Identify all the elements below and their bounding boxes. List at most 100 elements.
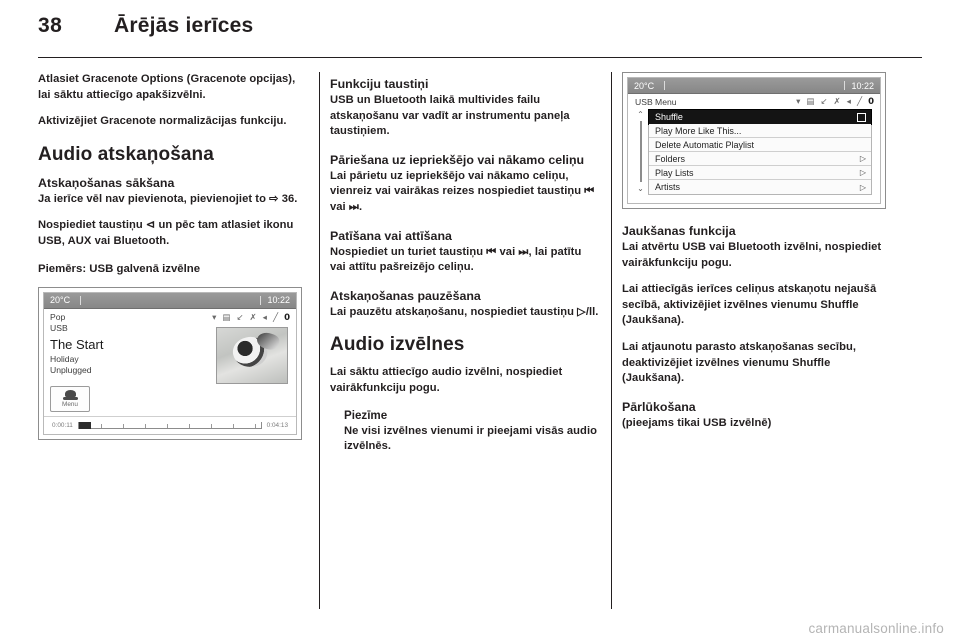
scrollbar-thumb[interactable]	[639, 121, 642, 182]
progress-ticks	[78, 423, 261, 429]
column-divider-1	[319, 72, 320, 609]
left-intro-paragraph-1: Atlasiet Gracenote Options (Gracenote op…	[38, 73, 296, 101]
now-playing-body: ▾ ▤ ↙ ✗ ◂ ╱ 0 Pop USB The Start Holiday …	[44, 309, 296, 416]
wifi-icon: ▾	[796, 97, 801, 107]
usb-menu-item-delete-automatic-playlist[interactable]: Delete Automatic Playlist	[649, 138, 871, 152]
status-separator-left	[80, 295, 82, 305]
status-bar: 20°C 10:22	[44, 292, 296, 309]
middle-paragraph-3: Nospiediet un turiet taustiņu ⏮ vai ⏭, l…	[330, 245, 582, 274]
menu-button[interactable]: Menu	[50, 385, 90, 412]
usb-status-bar: 20°C 10:22	[628, 78, 880, 94]
usb-menu-figure: 20°C 10:22 USB Menu ▾ ▤ ↙ ✗ ◂ ╱ 0 ⌃ ⌄ Sh…	[622, 72, 886, 209]
right-paragraph-3: Lai atjaunotu parasto atskaņošanas secīb…	[622, 340, 856, 385]
battery-icon: 0	[868, 97, 874, 107]
usb-menu-item-label: Shuffle	[655, 112, 683, 122]
usb-menu-item-label: Artists	[655, 182, 681, 192]
middle-sub-title-1: Funkciju taustiņi	[330, 77, 429, 91]
usb-menu-item-artists[interactable]: Artists ▷	[649, 180, 871, 194]
album-art-image	[216, 326, 288, 384]
middle-sub-title-3: Patīšana vai attīšana	[330, 228, 452, 243]
scroll-up-icon[interactable]: ⌃	[637, 110, 644, 119]
middle-paragraph-2: Lai pārietu uz iepriekšējo vai nākamo ce…	[330, 169, 595, 213]
repeat-icon: ↙	[820, 97, 828, 107]
usb-temperature-readout: 20°C	[634, 80, 655, 91]
right-sub-title-2: Pārlūkošana	[622, 399, 696, 414]
note-block: Piezīme Ne visi izvēlnes vienumi ir piee…	[344, 408, 600, 455]
usb-scrollbar[interactable]: ⌃ ⌄	[633, 109, 648, 195]
wifi-icon: ▾	[212, 312, 217, 323]
shuffle-checkbox[interactable]	[857, 112, 866, 122]
right-paragraph-2: Lai attiecīgās ierīces celiņus atskaņotu…	[622, 283, 877, 327]
figure-caption: Piemērs: USB galvenā izvēlne	[38, 262, 201, 275]
column-gap-left	[308, 72, 330, 609]
usb-menu-item-label: Delete Automatic Playlist	[655, 139, 755, 150]
usb-menu-item-play-more-like-this[interactable]: Play More Like This...	[649, 124, 871, 138]
progress-track[interactable]	[77, 421, 262, 429]
menu-button-label: Menu	[62, 400, 78, 408]
content-columns: Atlasiet Gracenote Options (Gracenote op…	[38, 72, 922, 609]
usb-status-separator-left	[664, 81, 666, 90]
total-time: 0:04:13	[266, 421, 288, 429]
column-gap-right	[600, 72, 622, 609]
usb-menu-list: Shuffle Play More Like This... Delete Au…	[648, 109, 872, 195]
manual-page: 38 Ārējās ierīces Atlasiet Gracenote Opt…	[0, 0, 960, 642]
header-divider	[38, 57, 922, 58]
middle-column: Funkciju taustiņi USB un Bluetooth laikā…	[330, 72, 600, 609]
usb-menu-item-play-lists[interactable]: Play Lists ▷	[649, 166, 871, 180]
left-section-title: Audio atskaņošana	[38, 143, 214, 165]
right-sub-title-1: Jaukšanas funkcija	[622, 224, 736, 238]
middle-sub-title-4: Atskaņošanas pauzēšana	[330, 288, 481, 303]
middle-paragraph-1: USB un Bluetooth laikā multivides failu …	[330, 94, 570, 138]
column-divider-2	[611, 72, 612, 609]
left-intro-paragraph-2: Aktivizējiet Gracenote normalizācijas fu…	[38, 115, 287, 128]
shuffle-icon: ✗	[833, 97, 841, 107]
status-icon-row: ▾ ▤ ↙ ✗ ◂ ╱ 0	[212, 313, 290, 323]
infotainment-screen-usb-menu: 20°C 10:22 USB Menu ▾ ▤ ↙ ✗ ◂ ╱ 0 ⌃ ⌄ Sh…	[627, 77, 881, 204]
phone-icon: ▤	[806, 97, 815, 107]
call-icon: ╱	[856, 97, 863, 107]
left-column: Atlasiet Gracenote Options (Gracenote op…	[38, 72, 308, 609]
right-paragraph-4: (pieejams tikai USB izvēlnē)	[622, 416, 772, 429]
repeat-icon: ↙	[236, 312, 244, 323]
page-header: 38 Ārējās ierīces	[38, 14, 922, 48]
multifunction-knob-icon	[62, 389, 78, 400]
left-sub-title: Atskaņošanas sākšana	[38, 175, 175, 190]
middle-sub-title-2: Pāriešana uz iepriekšējo vai nākamo celi…	[330, 152, 585, 167]
chapter-title: Ārējās ierīces	[114, 14, 254, 37]
left-paragraph-1: Ja ierīce vēl nav pievienota, pievienoji…	[38, 192, 298, 205]
right-paragraph-1: Lai atvērtu USB vai Bluetooth izvēlni, n…	[622, 241, 882, 269]
note-text: Ne visi izvēlnes vienumi ir pieejami vis…	[344, 424, 597, 453]
usb-menu-item-folders[interactable]: Folders ▷	[649, 152, 871, 166]
scroll-down-icon[interactable]: ⌄	[637, 184, 644, 193]
middle-section-title: Audio izvēlnes	[330, 334, 465, 356]
clock-readout: 10:22	[267, 295, 290, 306]
progress-fill	[78, 421, 91, 429]
page-number: 38	[38, 14, 63, 37]
usb-clock-readout: 10:22	[851, 80, 874, 91]
usb-menu-item-shuffle[interactable]: Shuffle	[648, 109, 872, 125]
mute-icon: ◂	[846, 97, 851, 107]
mute-icon: ◂	[262, 312, 267, 323]
infotainment-screen-now-playing: 20°C 10:22 ▾ ▤ ↙ ✗ ◂ ╱ 0 Pop USB The Sta…	[43, 291, 297, 435]
call-icon: ╱	[272, 312, 279, 323]
middle-paragraph-5: Lai sāktu attiecīgo audio izvēlni, nospi…	[330, 366, 563, 394]
now-playing-figure: 20°C 10:22 ▾ ▤ ↙ ✗ ◂ ╱ 0 Pop USB The Sta…	[38, 286, 302, 440]
chevron-right-icon: ▷	[859, 182, 866, 192]
usb-menu-item-label: Play Lists	[655, 167, 694, 178]
right-column: 20°C 10:22 USB Menu ▾ ▤ ↙ ✗ ◂ ╱ 0 ⌃ ⌄ Sh…	[622, 72, 892, 609]
status-separator-right	[260, 295, 262, 305]
usb-menu-item-label: Folders	[655, 153, 686, 164]
usb-menu-item-label: Play More Like This...	[655, 125, 742, 136]
middle-paragraph-4: Lai pauzētu atskaņošanu, nospiediet taus…	[330, 305, 599, 318]
usb-status-separator-right	[844, 81, 846, 90]
playback-progress-bar: 0:00:11 0:04:13	[44, 415, 296, 434]
usb-menu-header: USB Menu ▾ ▤ ↙ ✗ ◂ ╱ 0	[628, 96, 880, 109]
shuffle-icon: ✗	[249, 312, 257, 323]
temperature-readout: 20°C	[50, 295, 71, 306]
left-paragraph-2: Nospiediet taustiņu ⊲ un pēc tam atlasie…	[38, 219, 294, 247]
usb-menu-title: USB Menu	[635, 97, 677, 107]
usb-status-icon-row: ▾ ▤ ↙ ✗ ◂ ╱ 0	[796, 97, 874, 107]
elapsed-time: 0:00:11	[52, 421, 73, 429]
usb-list-container: ⌃ ⌄ Shuffle Play More Like This... Delet…	[628, 109, 880, 195]
site-watermark: carmanualsonline.info	[808, 621, 944, 636]
